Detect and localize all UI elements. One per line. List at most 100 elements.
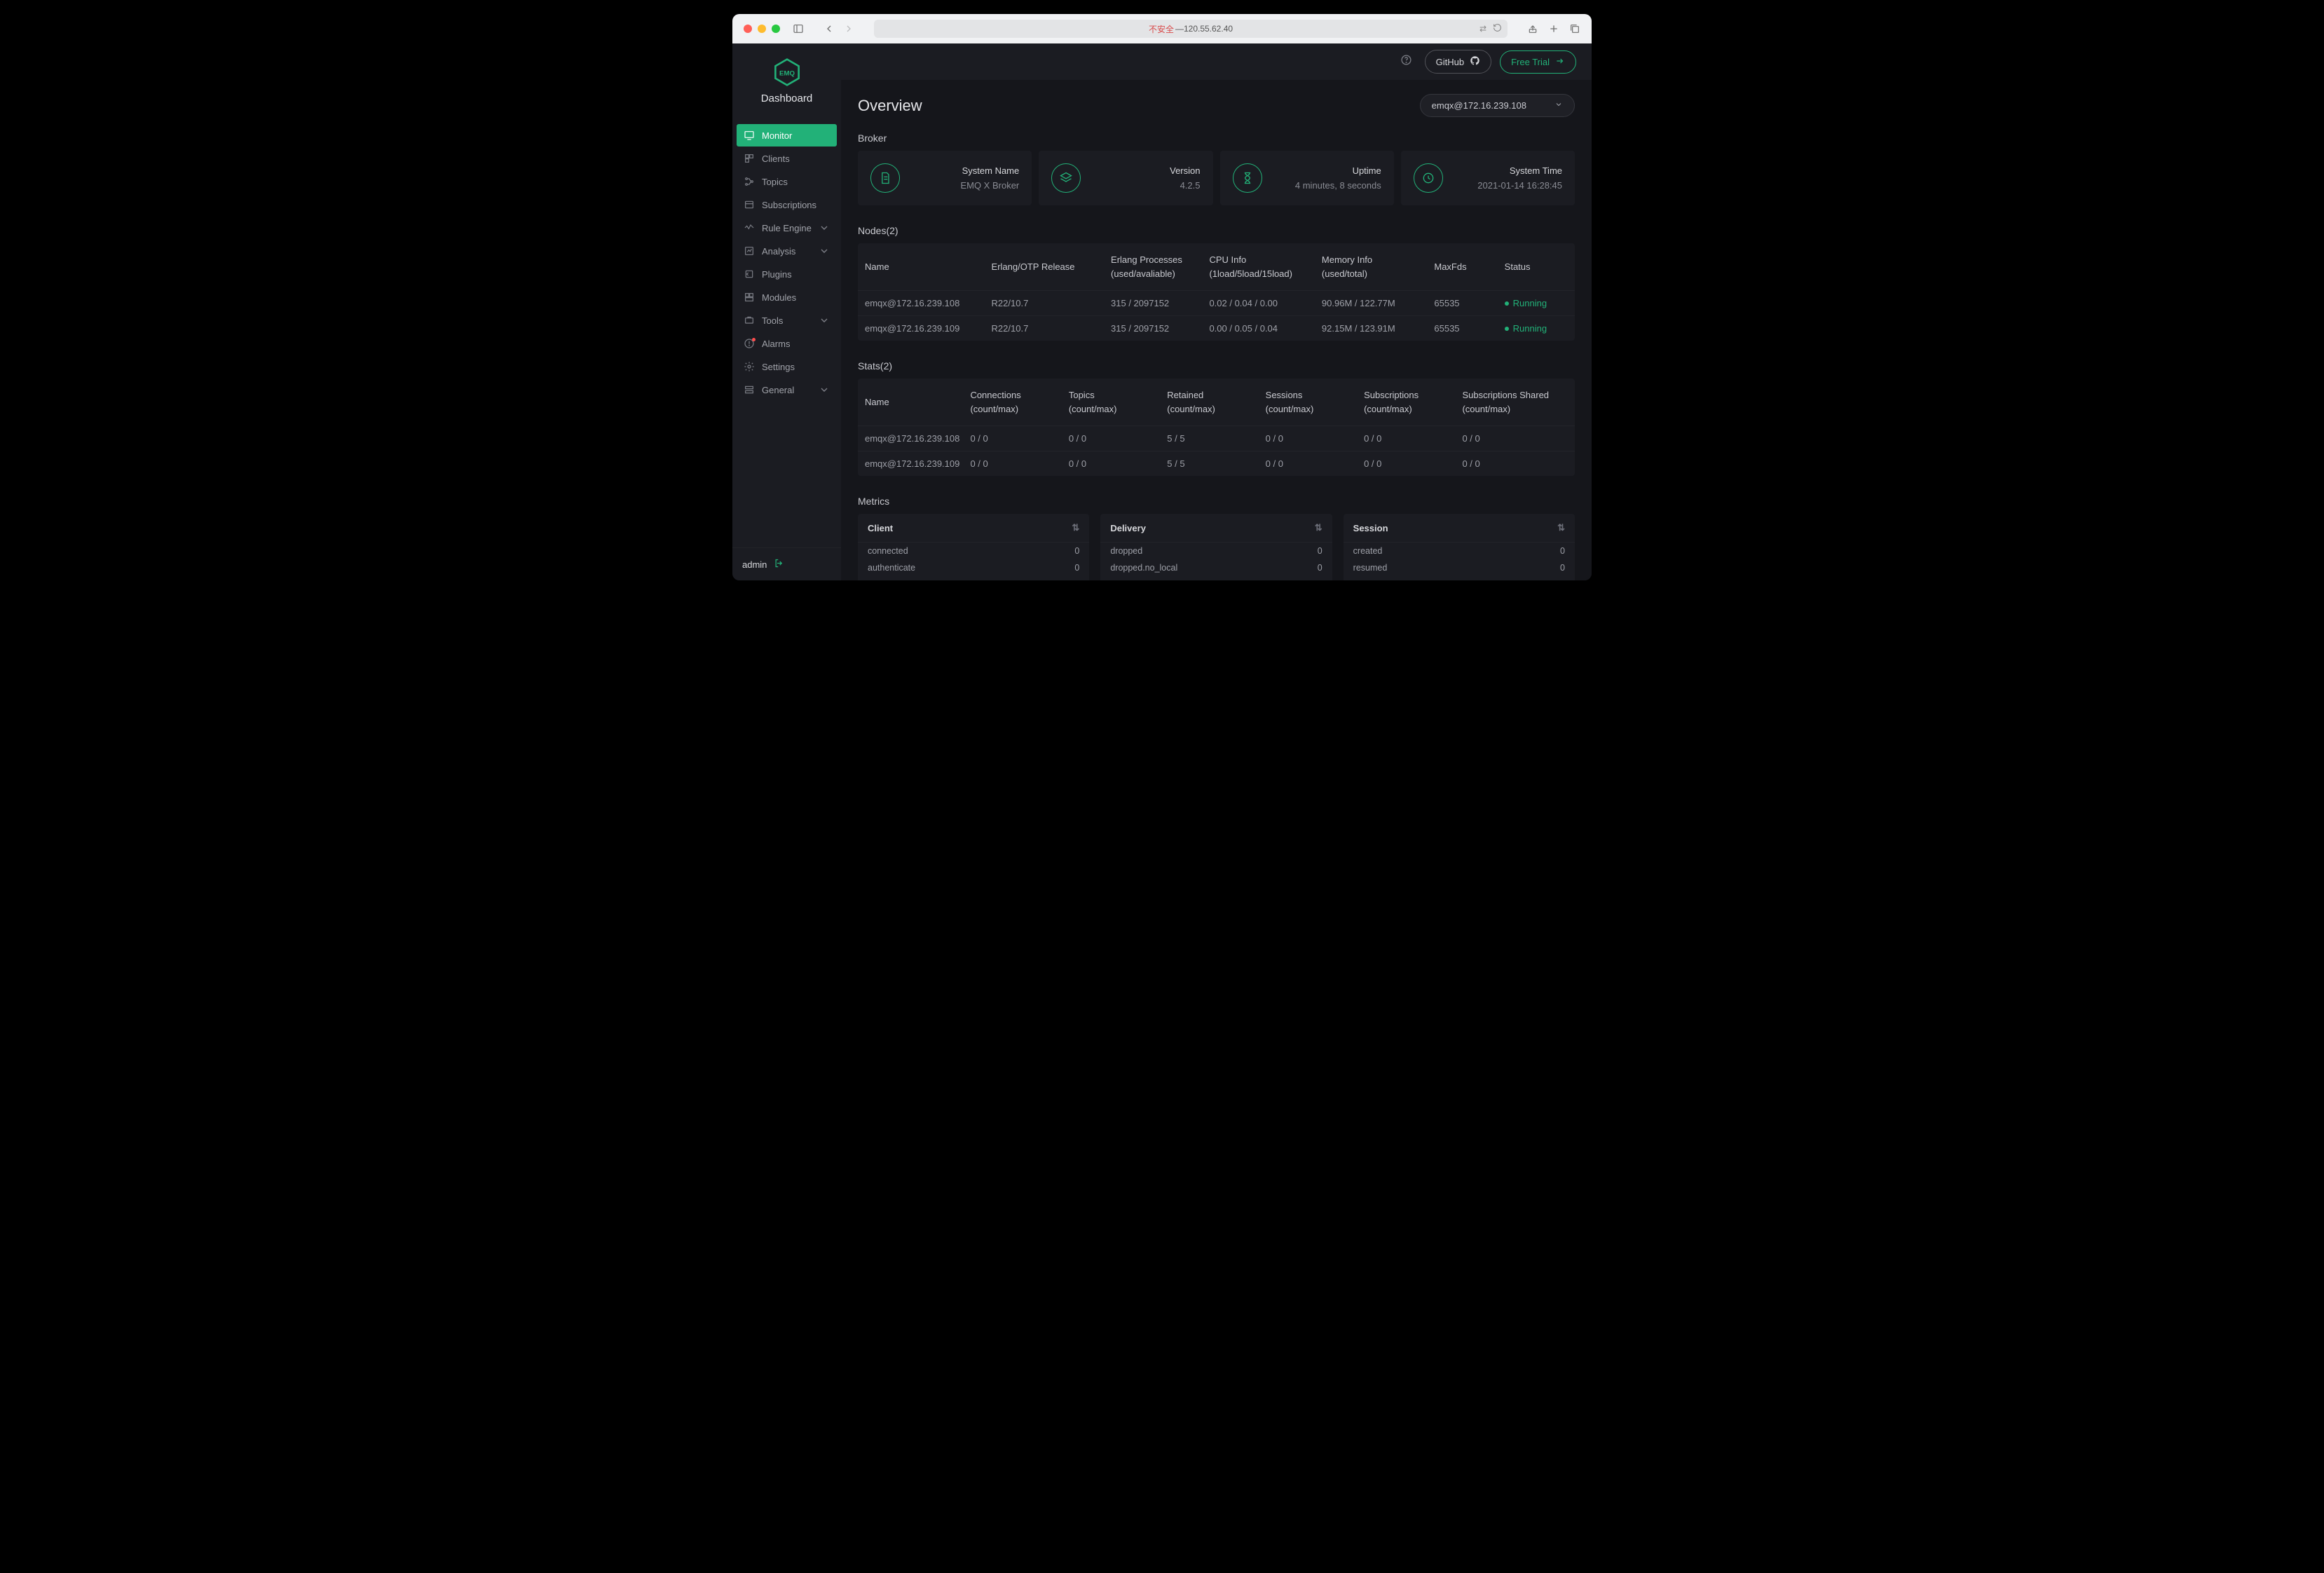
clock-icon — [1414, 163, 1443, 193]
metric-row: dropped.too_large0 — [1100, 576, 1332, 580]
main: GitHub Free Trial Overview emqx@172.16.2… — [841, 43, 1592, 580]
metric-row: takeovered0 — [1344, 576, 1575, 580]
sidebar-item-tools[interactable]: Tools — [737, 309, 837, 332]
metric-row: connected0 — [858, 543, 1089, 559]
card-system-time: System Time2021-01-14 16:28:45 — [1401, 151, 1575, 205]
forward-button[interactable] — [843, 23, 854, 34]
metrics-title: Metrics — [858, 496, 1575, 507]
settings-icon — [744, 361, 755, 372]
broker-cards: System NameEMQ X Broker Version4.2.5 Upt… — [858, 151, 1575, 205]
current-user: admin — [742, 559, 767, 570]
layers-icon — [1051, 163, 1081, 193]
share-icon[interactable] — [1527, 23, 1538, 34]
sidebar: EMQ Dashboard Monitor Clients Topics — [732, 43, 841, 580]
subscriptions-icon — [744, 199, 755, 210]
status-dot-icon — [1505, 301, 1509, 306]
sidebar-item-general[interactable]: General — [737, 379, 837, 401]
card-version: Version4.2.5 — [1039, 151, 1212, 205]
nodes-title: Nodes(2) — [858, 225, 1575, 236]
close-window[interactable] — [744, 25, 752, 33]
sidebar-item-clients[interactable]: Clients — [737, 147, 837, 170]
metric-row: auth.anonymous0 — [858, 576, 1089, 580]
metric-box-client: Client ⇅ connected0 authenticate0 auth.a… — [858, 514, 1089, 580]
new-tab-icon[interactable] — [1548, 23, 1559, 34]
sidebar-footer: admin — [732, 547, 841, 580]
metric-box-delivery: Delivery ⇅ dropped0 dropped.no_local0 dr… — [1100, 514, 1332, 580]
tabs-icon[interactable] — [1569, 23, 1580, 34]
sidebar-item-modules[interactable]: Modules — [737, 286, 837, 308]
metric-row: dropped0 — [1100, 543, 1332, 559]
metric-head[interactable]: Client ⇅ — [858, 514, 1089, 543]
sort-icon[interactable]: ⇅ — [1315, 522, 1322, 533]
sidebar-item-rule-engine[interactable]: Rule Engine — [737, 217, 837, 239]
logout-icon[interactable] — [774, 558, 784, 571]
insecure-label: 不安全 — [1149, 23, 1174, 35]
chevron-down-icon — [1554, 100, 1563, 111]
url-host: 120.55.62.40 — [1184, 24, 1233, 34]
logo-label: Dashboard — [732, 93, 841, 104]
metric-head[interactable]: Session ⇅ — [1344, 514, 1575, 543]
metric-row: dropped.no_local0 — [1100, 559, 1332, 576]
sidebar-item-settings[interactable]: Settings — [737, 355, 837, 378]
back-button[interactable] — [823, 23, 835, 34]
sidebar-item-label: Monitor — [762, 130, 792, 141]
plugins-icon — [744, 268, 755, 280]
chevron-down-icon — [819, 315, 830, 326]
rule-engine-icon — [744, 222, 755, 233]
titlebar: 不安全 — 120.55.62.40 ⇄ — [732, 14, 1592, 43]
sidebar-item-label: Plugins — [762, 269, 792, 280]
content: Overview emqx@172.16.239.108 Broker Syst… — [841, 80, 1592, 580]
free-trial-button[interactable]: Free Trial — [1500, 50, 1576, 74]
sidebar-item-label: Alarms — [762, 339, 790, 349]
nav: Monitor Clients Topics Subscriptions Rul… — [732, 111, 841, 547]
translate-icon[interactable]: ⇄ — [1479, 24, 1486, 34]
hourglass-icon — [1233, 163, 1262, 193]
metrics-row: Client ⇅ connected0 authenticate0 auth.a… — [858, 514, 1575, 580]
sort-icon[interactable]: ⇅ — [1072, 522, 1079, 533]
sidebar-toggle-icon[interactable] — [793, 23, 804, 34]
metric-row: resumed0 — [1344, 559, 1575, 576]
topbar: GitHub Free Trial — [841, 43, 1592, 80]
table-row: emqx@172.16.239.108 0 / 0 0 / 0 5 / 5 0 … — [858, 425, 1575, 451]
sidebar-item-label: General — [762, 385, 794, 395]
sidebar-item-plugins[interactable]: Plugins — [737, 263, 837, 285]
window-controls — [744, 25, 780, 33]
sidebar-item-alarms[interactable]: Alarms — [737, 332, 837, 355]
stats-table: Name Connections (count/max) Topics (cou… — [858, 379, 1575, 476]
help-icon[interactable] — [1400, 54, 1412, 69]
table-row: emqx@172.16.239.109 0 / 0 0 / 0 5 / 5 0 … — [858, 451, 1575, 476]
url-bar[interactable]: 不安全 — 120.55.62.40 ⇄ — [874, 20, 1508, 38]
sidebar-item-label: Tools — [762, 315, 783, 326]
chevron-down-icon — [819, 245, 830, 257]
sidebar-item-label: Topics — [762, 177, 788, 187]
chevron-down-icon — [819, 384, 830, 395]
sidebar-item-monitor[interactable]: Monitor — [737, 124, 837, 147]
card-system-name: System NameEMQ X Broker — [858, 151, 1032, 205]
metric-row: created0 — [1344, 543, 1575, 559]
metric-box-session: Session ⇅ created0 resumed0 takeovered0 … — [1344, 514, 1575, 580]
topics-icon — [744, 176, 755, 187]
reload-icon[interactable] — [1493, 23, 1502, 34]
sidebar-item-subscriptions[interactable]: Subscriptions — [737, 193, 837, 216]
arrow-right-icon — [1555, 56, 1565, 68]
sort-icon[interactable]: ⇅ — [1557, 522, 1565, 533]
sidebar-item-analysis[interactable]: Analysis — [737, 240, 837, 262]
maximize-window[interactable] — [772, 25, 780, 33]
node-select[interactable]: emqx@172.16.239.108 — [1420, 94, 1575, 117]
chevron-down-icon — [819, 222, 830, 233]
minimize-window[interactable] — [758, 25, 766, 33]
sidebar-item-topics[interactable]: Topics — [737, 170, 837, 193]
free-trial-label: Free Trial — [1511, 57, 1550, 67]
logo-area: EMQ Dashboard — [732, 43, 841, 111]
metric-head[interactable]: Delivery ⇅ — [1100, 514, 1332, 543]
clients-icon — [744, 153, 755, 164]
table-header-row: Name Erlang/OTP Release Erlang Processes… — [858, 243, 1575, 290]
sidebar-item-label: Subscriptions — [762, 200, 816, 210]
sidebar-item-label: Modules — [762, 292, 796, 303]
metric-row: authenticate0 — [858, 559, 1089, 576]
github-button[interactable]: GitHub — [1425, 50, 1491, 74]
status-cell: Running — [1505, 291, 1568, 315]
sidebar-item-label: Settings — [762, 362, 795, 372]
sidebar-item-label: Rule Engine — [762, 223, 812, 233]
modules-icon — [744, 292, 755, 303]
